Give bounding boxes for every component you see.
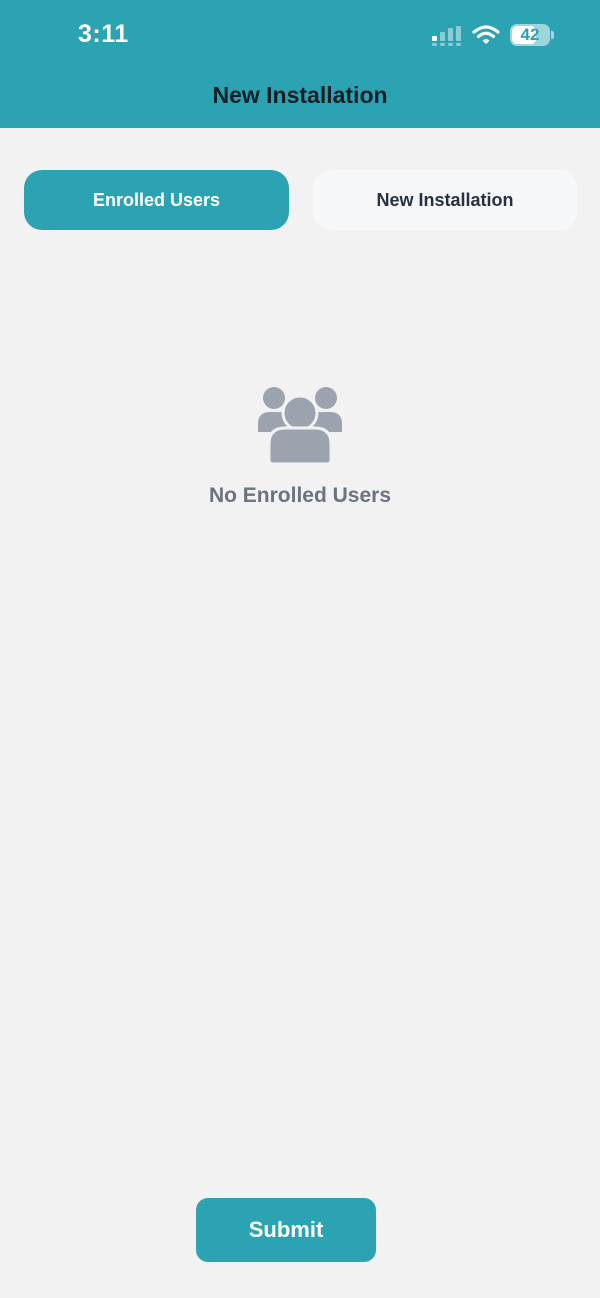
tab-new-installation[interactable]: New Installation bbox=[313, 170, 577, 230]
battery-icon: 42 bbox=[510, 24, 554, 46]
status-time: 3:11 bbox=[78, 20, 129, 48]
battery-tip bbox=[551, 31, 554, 39]
screen: 3:11 42 New Installation Enrolled Users … bbox=[0, 0, 600, 1298]
header-bar: 3:11 42 New Installation bbox=[0, 0, 600, 128]
users-icon bbox=[258, 387, 342, 466]
battery-level: 42 bbox=[520, 25, 540, 44]
empty-state-message: No Enrolled Users bbox=[208, 484, 392, 507]
page-title: New Installation bbox=[212, 82, 388, 108]
submit-button[interactable]: Submit bbox=[196, 1198, 376, 1262]
tab-enrolled-users[interactable]: Enrolled Users bbox=[24, 170, 289, 230]
signal-icon bbox=[432, 26, 461, 46]
wifi-icon bbox=[472, 25, 500, 44]
